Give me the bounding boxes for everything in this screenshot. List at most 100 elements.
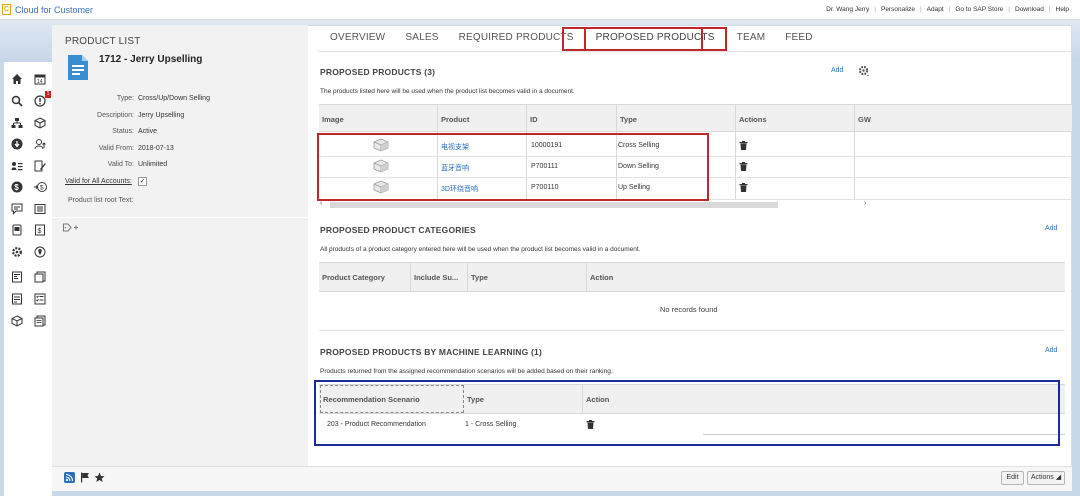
- tab-bar-divider: [318, 51, 1072, 52]
- actions-button[interactable]: Actions ◢: [1027, 471, 1065, 485]
- table-settings-icon[interactable]: [858, 65, 870, 77]
- column-type[interactable]: Type: [620, 115, 637, 124]
- column-product-category[interactable]: Product Category: [322, 273, 385, 282]
- download-icon[interactable]: [11, 138, 23, 150]
- ml-products-description: Products returned from the assigned reco…: [320, 368, 613, 375]
- search-icon[interactable]: [11, 95, 23, 107]
- list-icon[interactable]: [34, 203, 46, 215]
- add-ml-scenario-button[interactable]: Add: [1045, 347, 1057, 354]
- svg-text:$: $: [14, 183, 19, 192]
- report-icon[interactable]: [11, 271, 23, 283]
- column-separator: [735, 104, 736, 200]
- highlight-box-products: [317, 133, 709, 201]
- rss-feed-icon[interactable]: [64, 472, 75, 483]
- tab-team[interactable]: TEAM: [727, 27, 776, 51]
- home-icon[interactable]: [11, 73, 23, 85]
- delete-icon[interactable]: [739, 162, 748, 171]
- description-label: Description:: [97, 112, 134, 119]
- column-category-action[interactable]: Action: [590, 273, 613, 282]
- top-links: Dr. Wang Jerry | Personalize | Adapt | Go t…: [821, 6, 1074, 13]
- valid-from-label: Valid From:: [98, 145, 134, 152]
- highlight-box-ml: [314, 380, 1060, 446]
- delete-icon[interactable]: [739, 183, 748, 192]
- checklist-icon[interactable]: [34, 293, 46, 305]
- column-id[interactable]: ID: [530, 115, 538, 124]
- documents-icon[interactable]: [34, 271, 46, 283]
- column-include-sub[interactable]: Include Su...: [414, 273, 458, 282]
- status-label: Status:: [112, 128, 134, 135]
- calendar-icon[interactable]: 14: [34, 73, 46, 85]
- row-separator: [319, 330, 1065, 331]
- notes-icon[interactable]: [34, 315, 46, 327]
- status-value: Active: [138, 128, 158, 135]
- text-document-icon[interactable]: [11, 293, 23, 305]
- tab-overview[interactable]: OVERVIEW: [320, 27, 395, 51]
- notification-badge: 1: [45, 91, 51, 98]
- map-pin-icon[interactable]: [34, 246, 46, 258]
- column-category-type[interactable]: Type: [471, 273, 488, 282]
- chat-icon[interactable]: [11, 203, 23, 215]
- valid-to-label: Valid To:: [107, 161, 134, 168]
- scroll-right-icon[interactable]: ›: [864, 200, 866, 207]
- ml-products-title: PROPOSED PRODUCTS BY MACHINE LEARNING (1…: [320, 347, 542, 357]
- app-logo[interactable]: C Cloud for Customer: [2, 4, 93, 15]
- categories-title: PROPOSED PRODUCT CATEGORIES: [320, 225, 476, 235]
- header-panel: [52, 25, 308, 466]
- column-image[interactable]: Image: [322, 115, 344, 124]
- proposed-products-header-row: [319, 104, 1072, 132]
- favorite-star-icon[interactable]: [94, 472, 105, 483]
- edit-button[interactable]: Edit: [1001, 471, 1024, 485]
- sap-logo-icon: C: [2, 4, 11, 15]
- settings-icon[interactable]: [11, 246, 23, 258]
- valid-from-value: 2018-07-13: [138, 145, 174, 152]
- svg-text:14: 14: [37, 79, 43, 85]
- payment-transfer-icon[interactable]: $: [34, 181, 47, 193]
- adapt-link[interactable]: Adapt: [922, 6, 949, 13]
- flag-icon[interactable]: [80, 472, 90, 483]
- download-link[interactable]: Download: [1010, 6, 1049, 13]
- type-label: Type:: [116, 95, 134, 102]
- user-upload-icon[interactable]: [34, 138, 46, 150]
- add-proposed-product-button[interactable]: Add: [831, 67, 843, 74]
- highlight-box-tab: [562, 27, 703, 51]
- document-icon: [68, 55, 88, 80]
- footer-bar: [52, 466, 1072, 491]
- add-tag-icon[interactable]: [63, 223, 79, 232]
- help-link[interactable]: Help: [1051, 6, 1074, 13]
- valid-for-all-accounts-label[interactable]: Valid for All Accounts:: [65, 178, 132, 185]
- horizontal-scrollbar[interactable]: [330, 202, 778, 208]
- description-value: Jerry Upselling: [138, 112, 185, 119]
- type-value: Cross/Up/Down Selling: [138, 95, 210, 102]
- personalize-link[interactable]: Personalize: [876, 6, 920, 13]
- proposed-products-title: PROPOSED PRODUCTS (3): [320, 67, 436, 77]
- invoice-icon[interactable]: $: [34, 224, 46, 236]
- delete-icon[interactable]: [739, 141, 748, 150]
- sap-store-link[interactable]: Go to SAP Store: [950, 6, 1008, 13]
- scroll-left-icon[interactable]: ‹: [320, 200, 322, 207]
- add-category-button[interactable]: Add: [1045, 225, 1057, 232]
- categories-description: All products of a product category enter…: [320, 246, 641, 253]
- column-actions[interactable]: Actions: [739, 115, 767, 124]
- column-separator: [410, 262, 411, 292]
- chevron-down-icon: ◢: [1055, 474, 1062, 481]
- org-chart-icon[interactable]: [11, 117, 23, 129]
- contact-list-icon[interactable]: [11, 160, 23, 172]
- top-bar: C Cloud for Customer Dr. Wang Jerry | Per…: [0, 0, 1080, 20]
- currency-icon[interactable]: $: [11, 181, 23, 193]
- svg-text:$: $: [38, 228, 42, 235]
- object-type-label: PRODUCT LIST: [65, 36, 141, 47]
- column-product[interactable]: Product: [441, 115, 469, 124]
- column-gw[interactable]: GW: [858, 115, 871, 124]
- tab-feed[interactable]: FEED: [775, 27, 822, 51]
- valid-for-all-accounts-checkbox[interactable]: ✓: [138, 177, 147, 186]
- phone-icon[interactable]: [11, 224, 23, 236]
- user-name-link[interactable]: Dr. Wang Jerry: [821, 6, 874, 13]
- product-cube-icon[interactable]: [11, 315, 23, 327]
- divider: [52, 217, 308, 218]
- column-separator: [854, 104, 855, 200]
- tab-sales[interactable]: SALES: [395, 27, 448, 51]
- edit-document-icon[interactable]: [34, 160, 46, 172]
- page-title: 1712 - Jerry Upselling: [99, 54, 203, 65]
- cube-icon[interactable]: [34, 117, 46, 129]
- column-separator: [467, 262, 468, 292]
